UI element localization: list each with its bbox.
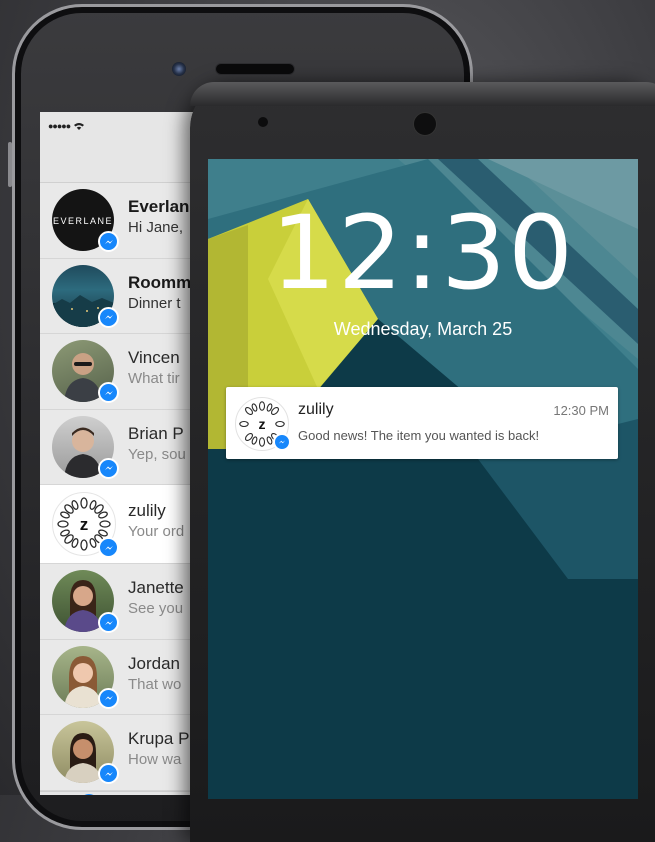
conversation-row-roomm[interactable]: Roomm Dinner t: [40, 259, 200, 334]
conversation-row-everlane[interactable]: EVERLANE Everlane Hi Jane,: [40, 183, 200, 259]
conversation-name: Jordan: [128, 653, 180, 673]
conversation-name: Brian P: [128, 423, 184, 443]
svg-text:z: z: [259, 416, 266, 432]
conversation-snippet: How wa: [128, 751, 182, 768]
messenger-badge-icon: [98, 612, 119, 633]
lock-screen-date: Wednesday, March 25: [333, 319, 513, 339]
notification-body: Good news! The item you wanted is back!: [298, 428, 540, 443]
ios-status-bar: ●●●●●: [40, 112, 200, 140]
notification-title: zulily: [298, 401, 334, 418]
iphone-side-button: [8, 142, 12, 187]
messenger-badge-icon: [98, 306, 119, 328]
conversation-name: Krupa P: [128, 729, 190, 748]
conversation-snippet: That wo: [128, 675, 182, 693]
ios-tab-bar: [40, 790, 200, 795]
android-lock-screen: 12:30 Wednesday, March 25 z zulily 12:30…: [208, 159, 638, 799]
iphone-screen: ●●●●● EVERLANE Everlane Hi Jane, Roomm D…: [40, 112, 200, 795]
conversation-row-zulily[interactable]: z zulily Your ord: [40, 485, 200, 564]
conversation-row-jordan[interactable]: Jordan That wo: [40, 640, 200, 715]
conversation-name: Vincen: [128, 348, 180, 367]
conversation-snippet: What tir: [128, 370, 180, 387]
conversation-list: EVERLANE Everlane Hi Jane, Roomm Dinner …: [40, 183, 200, 795]
android-device: 12:30 Wednesday, March 25 z zulily 12:30…: [190, 82, 655, 842]
messenger-badge-icon: [98, 763, 119, 784]
iphone-speaker: [215, 63, 295, 75]
conversation-row-janette[interactable]: Janette See you: [40, 564, 200, 640]
messenger-badge-icon: [98, 687, 119, 709]
notification-card[interactable]: z zulily 12:30 PM Good news! The item yo…: [226, 387, 618, 459]
conversation-snippet: Dinner t: [128, 294, 181, 312]
conversation-snippet: See you: [128, 600, 184, 617]
messenger-badge-icon: [273, 433, 291, 451]
messenger-badge-icon: [98, 457, 119, 479]
conversation-name: Everlane: [128, 197, 199, 216]
conversation-name: zulily: [128, 501, 166, 520]
android-sensor: [413, 112, 437, 136]
iphone-camera: [172, 62, 186, 76]
conversation-row-vincen[interactable]: Vincen What tir: [40, 334, 200, 410]
conversation-name: Janette: [128, 578, 184, 597]
conversation-snippet: Hi Jane,: [128, 219, 184, 236]
notification-time: 12:30 PM: [553, 403, 609, 418]
conversation-row-krupa[interactable]: Krupa P How wa: [40, 715, 200, 791]
signal-strength-icon: ●●●●●: [48, 121, 71, 131]
android-camera: [258, 117, 268, 127]
conversation-snippet: Your ord: [128, 523, 185, 540]
messenger-badge-icon: [98, 537, 119, 558]
conversation-row-brian[interactable]: Brian P Yep, sou: [40, 410, 200, 485]
svg-text:EVERLANE: EVERLANE: [53, 216, 113, 226]
conversation-name: Roomm: [128, 272, 192, 292]
android-bezel-edge: [190, 82, 655, 106]
messenger-nav-bar: [40, 140, 200, 183]
conversation-snippet: Yep, sou: [128, 445, 186, 463]
wifi-icon: [74, 123, 85, 130]
messenger-badge-icon: [98, 382, 119, 403]
messenger-badge-icon: [98, 231, 119, 252]
lock-screen-clock: 12:30: [271, 194, 575, 313]
svg-text:z: z: [80, 515, 89, 534]
